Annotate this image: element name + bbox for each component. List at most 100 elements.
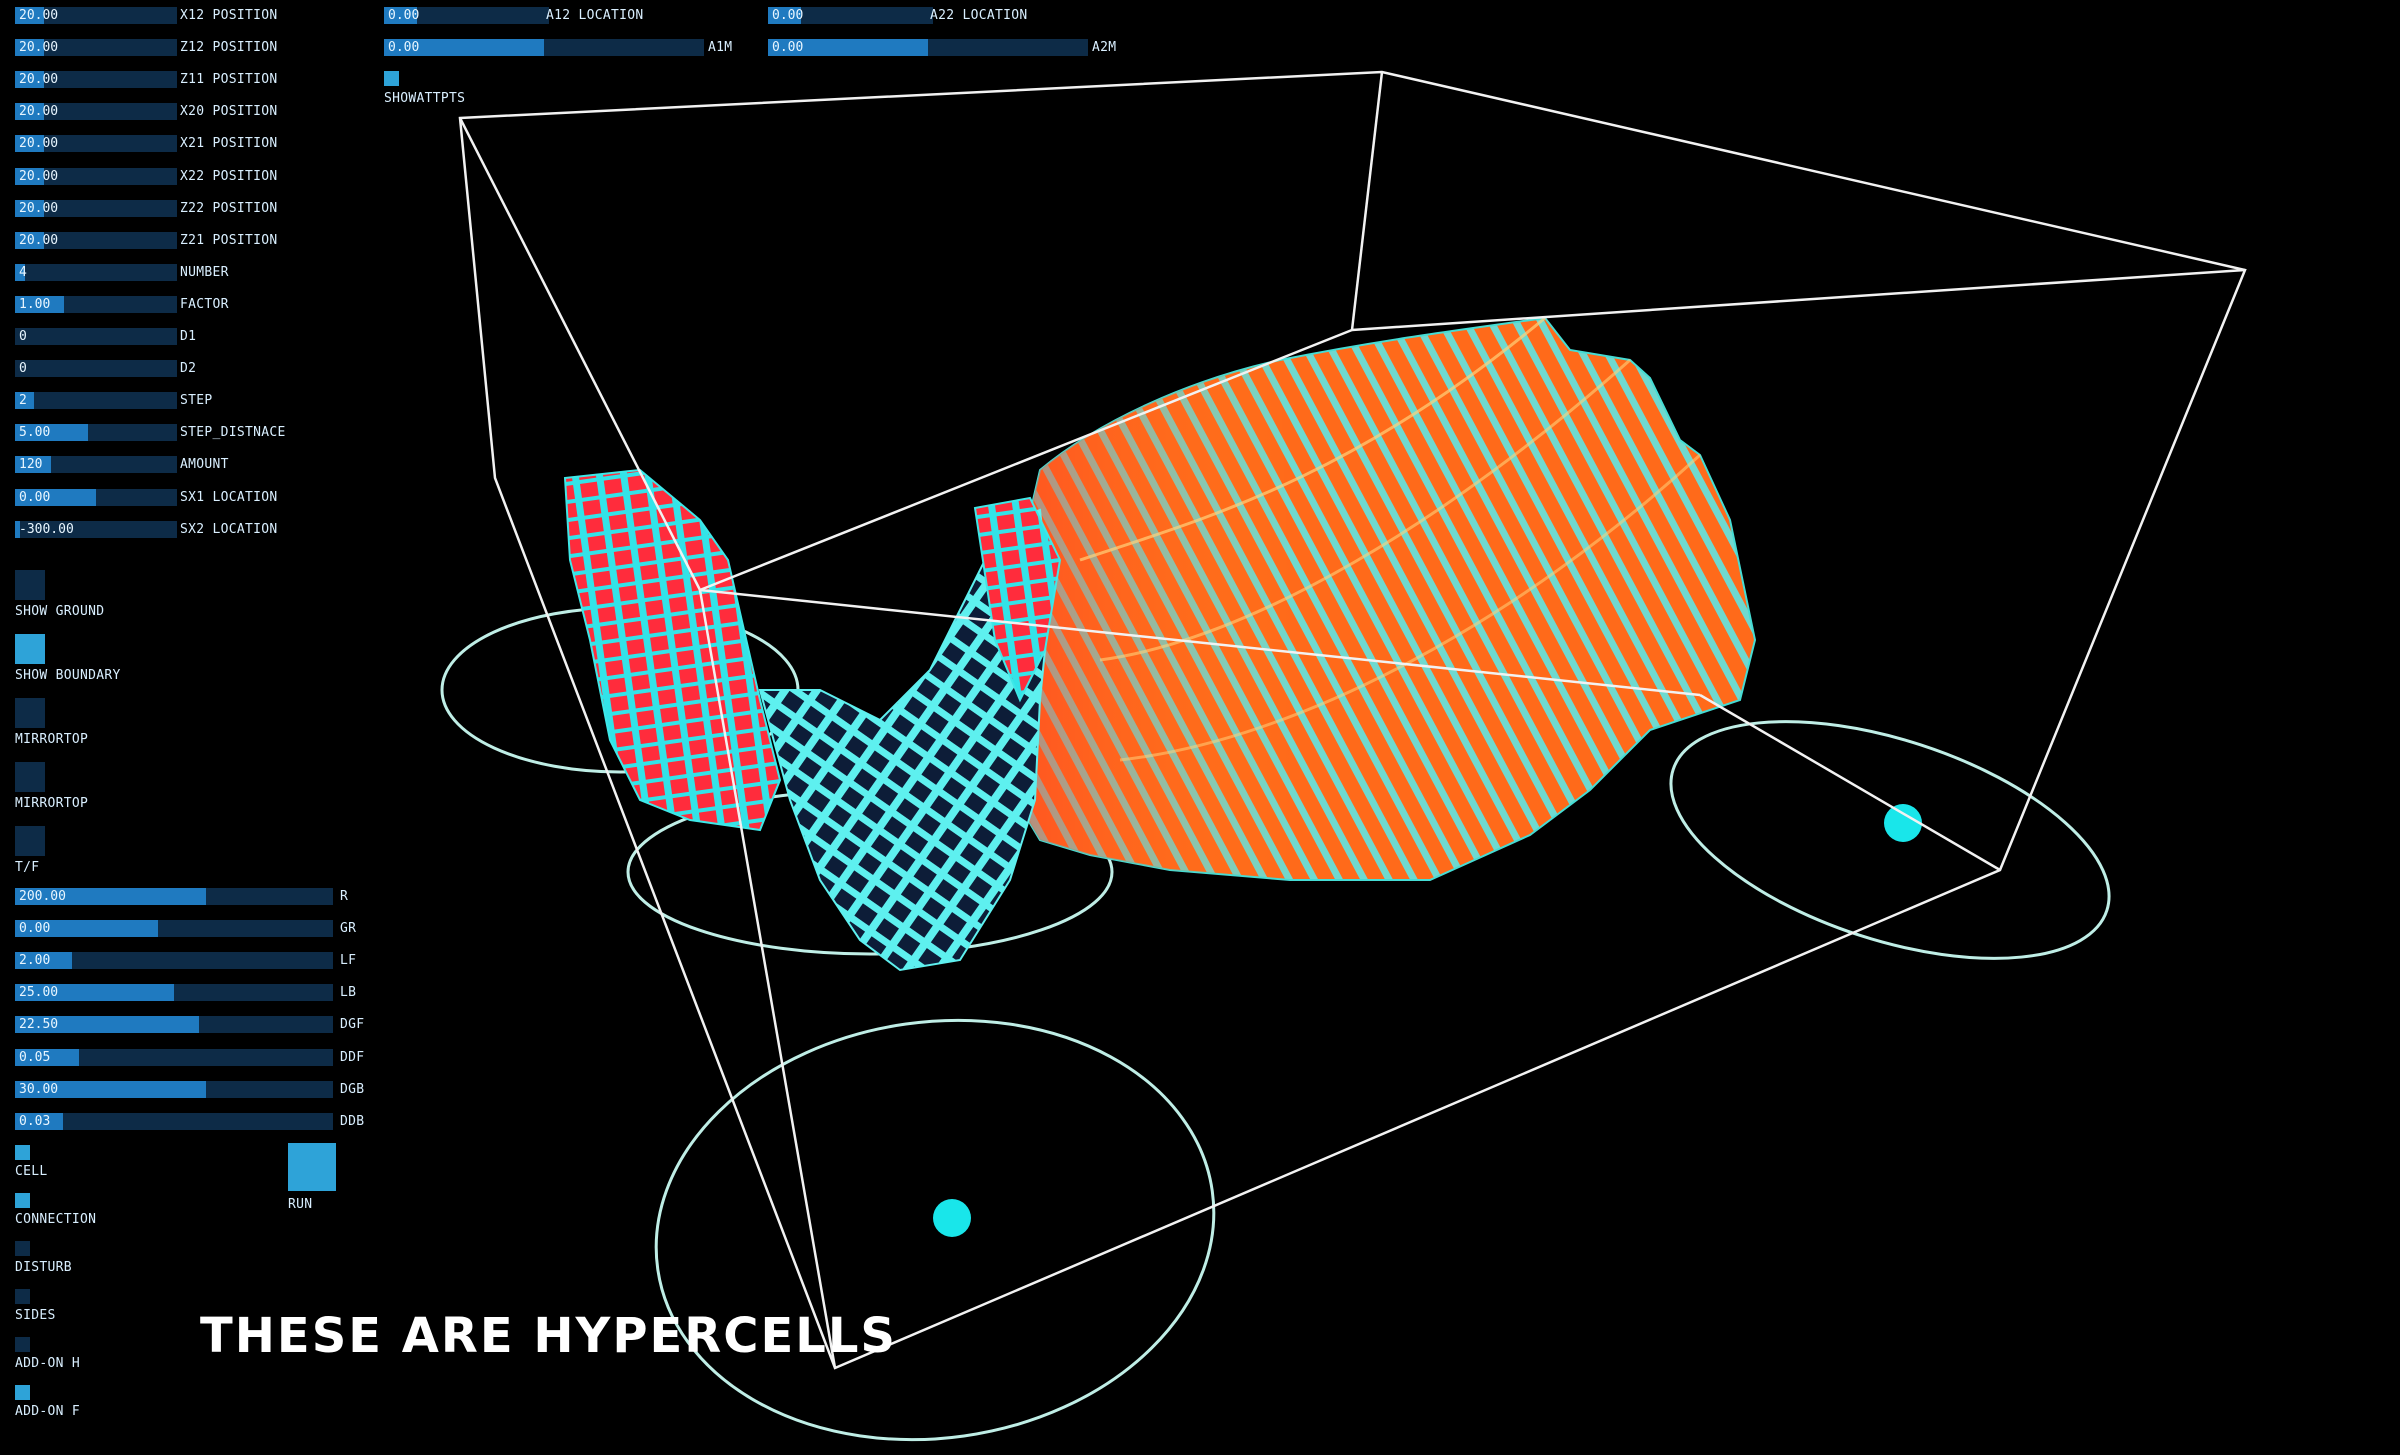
slider-value: 22.50 <box>19 1017 59 1033</box>
toggle-button[interactable] <box>15 826 45 856</box>
parameter-slider[interactable]: 0.03 <box>15 1112 333 1130</box>
slider-track <box>15 1112 333 1130</box>
parameter-slider[interactable]: 0.00 <box>15 920 333 938</box>
slider-label: DGB <box>340 1081 365 1097</box>
toggle-button[interactable] <box>15 634 45 664</box>
parameter-slider[interactable]: 0.00 <box>384 39 704 56</box>
slider-track <box>15 360 177 378</box>
slider-value: 2.00 <box>19 953 51 969</box>
3d-viewport[interactable] <box>0 0 2400 1455</box>
attractor-point[interactable] <box>1884 804 1922 842</box>
toggle-button[interactable] <box>15 1193 30 1208</box>
parameter-slider[interactable]: 2.00 <box>15 952 333 970</box>
subtitle-caption: THESE ARE HYPERCELLS <box>200 1308 897 1364</box>
parameter-slider[interactable]: 4 <box>15 263 177 281</box>
slider-track <box>15 392 177 410</box>
slider-value: 20.00 <box>19 232 59 248</box>
toggle-button[interactable] <box>15 698 45 728</box>
parameter-slider[interactable]: 120 <box>15 456 177 474</box>
parameter-slider[interactable]: 0.00 <box>768 7 933 24</box>
slider-label: LB <box>340 985 357 1001</box>
slider-value: 1.00 <box>19 296 51 312</box>
toggle-label: CELL <box>15 1164 48 1179</box>
parameter-slider[interactable]: 22.50 <box>15 1016 333 1034</box>
showattpts-label: SHOWATTPTS <box>384 91 466 106</box>
run-label: RUN <box>288 1197 313 1212</box>
parameter-slider[interactable]: 20.00 <box>15 167 177 185</box>
slider-label: GR <box>340 921 357 937</box>
slider-value: 5.00 <box>19 425 51 441</box>
slider-label: X12 POSITION <box>180 8 278 23</box>
slider-value: 30.00 <box>19 1081 59 1097</box>
slider-value: 20.00 <box>19 104 59 120</box>
parameter-slider[interactable]: 20.00 <box>15 135 177 153</box>
parameter-slider[interactable]: 30.00 <box>15 1080 333 1098</box>
slider-value: 120 <box>19 457 43 473</box>
parameter-slider[interactable]: 20.00 <box>15 39 177 57</box>
slider-label: AMOUNT <box>180 457 229 473</box>
slider-value: 0.00 <box>19 489 51 505</box>
slider-label: D1 <box>180 329 197 344</box>
attractor-point[interactable] <box>933 1199 971 1237</box>
toggle-button[interactable] <box>15 762 45 792</box>
slider-value: 20.00 <box>19 168 59 184</box>
slider-label: A12 LOCATION <box>546 8 644 23</box>
slider-label: A2M <box>1092 40 1117 55</box>
slider-label: STEP <box>180 393 213 409</box>
parameter-slider[interactable]: 20.00 <box>15 7 177 24</box>
toggle-label: SHOW BOUNDARY <box>15 668 121 683</box>
toggle-button[interactable] <box>15 1145 30 1160</box>
parameter-slider[interactable]: 200.00 <box>15 888 333 905</box>
parameter-slider[interactable]: 0 <box>15 328 177 345</box>
slider-track <box>15 328 177 345</box>
parameter-slider[interactable]: 20.00 <box>15 71 177 89</box>
parameter-slider[interactable]: 0.00 <box>384 7 549 24</box>
slider-label: SX2 LOCATION <box>180 521 278 537</box>
slider-track <box>15 263 177 281</box>
hypercell-red-fin <box>563 468 782 832</box>
slider-label: Z11 POSITION <box>180 72 278 88</box>
parameter-slider[interactable]: 0.00 <box>15 488 177 506</box>
toggle-label: MIRRORTOP <box>15 796 89 811</box>
parameter-slider[interactable]: 0.05 <box>15 1048 333 1066</box>
slider-value: 20.00 <box>19 72 59 88</box>
parameter-slider[interactable]: 5.00 <box>15 424 177 442</box>
slider-label: A1M <box>708 40 733 55</box>
parameter-slider[interactable]: -300.00 <box>15 520 177 538</box>
toggle-label: ADD-ON F <box>15 1404 81 1419</box>
slider-label: D2 <box>180 361 197 377</box>
toggle-button[interactable] <box>15 570 45 600</box>
toggle-button[interactable] <box>15 1337 30 1352</box>
boundary-circle <box>1669 720 2111 960</box>
slider-value: 4 <box>19 264 27 280</box>
showattpts-toggle[interactable] <box>384 71 399 86</box>
slider-value: 0.05 <box>19 1049 51 1065</box>
parameter-slider[interactable]: 0 <box>15 360 177 378</box>
parameter-slider[interactable]: 0.00 <box>768 39 1088 56</box>
parameter-slider[interactable]: 20.00 <box>15 199 177 217</box>
toggle-button[interactable] <box>15 1241 30 1256</box>
toggle-label: ADD-ON H <box>15 1356 81 1371</box>
slider-value: 2 <box>19 393 27 409</box>
toggle-button[interactable] <box>15 1385 30 1400</box>
slider-label: DDF <box>340 1049 365 1065</box>
slider-value: 0 <box>19 361 27 377</box>
slider-label: A22 LOCATION <box>930 8 1028 23</box>
slider-value: 20.00 <box>19 136 59 152</box>
parameter-slider[interactable]: 25.00 <box>15 984 333 1002</box>
toggle-label: CONNECTION <box>15 1212 97 1227</box>
parameter-slider[interactable]: 2 <box>15 392 177 410</box>
run-button[interactable] <box>288 1143 336 1191</box>
slider-label: FACTOR <box>180 296 229 312</box>
slider-value: 0.00 <box>388 40 420 55</box>
toggle-label: MIRRORTOP <box>15 732 89 747</box>
parameter-slider[interactable]: 20.00 <box>15 103 177 121</box>
toggle-button[interactable] <box>15 1289 30 1304</box>
slider-value: 200.00 <box>19 889 66 904</box>
parameter-slider[interactable]: 1.00 <box>15 295 177 313</box>
parameter-slider[interactable]: 20.00 <box>15 231 177 249</box>
toggle-label: SIDES <box>15 1308 56 1323</box>
slider-label: SX1 LOCATION <box>180 489 278 505</box>
slider-label: DDB <box>340 1113 365 1129</box>
slider-label: DGF <box>340 1017 365 1033</box>
